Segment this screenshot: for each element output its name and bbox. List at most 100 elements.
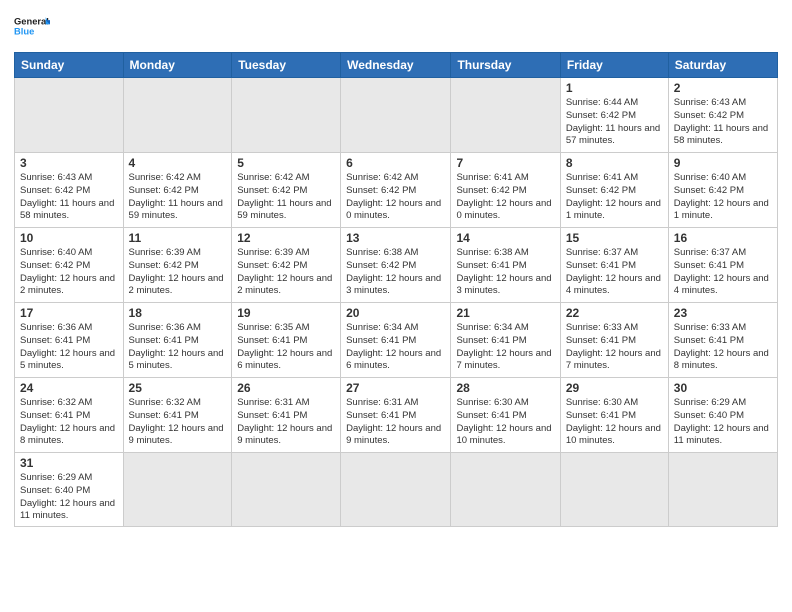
day-number: 7 — [456, 156, 554, 170]
day-info: Sunrise: 6:34 AM Sunset: 6:41 PM Dayligh… — [456, 322, 554, 373]
day-number: 17 — [20, 306, 118, 320]
day-number: 4 — [129, 156, 227, 170]
day-number: 30 — [674, 381, 772, 395]
day-info: Sunrise: 6:40 AM Sunset: 6:42 PM Dayligh… — [674, 172, 772, 223]
day-info: Sunrise: 6:40 AM Sunset: 6:42 PM Dayligh… — [20, 247, 118, 298]
day-number: 28 — [456, 381, 554, 395]
day-info: Sunrise: 6:31 AM Sunset: 6:41 PM Dayligh… — [346, 397, 445, 448]
calendar-day-cell: 7 Sunrise: 6:41 AM Sunset: 6:42 PM Daylig… — [451, 153, 560, 228]
calendar-day-cell — [15, 78, 124, 153]
calendar-day-cell: 26Sunrise: 6:31 AM Sunset: 6:41 PM Dayli… — [232, 378, 341, 453]
calendar-day-cell: 18Sunrise: 6:36 AM Sunset: 6:41 PM Dayli… — [123, 303, 232, 378]
calendar-day-cell: 17 Sunrise: 6:36 AM Sunset: 6:41 PM Dayli… — [15, 303, 124, 378]
calendar-day-cell: 19Sunrise: 6:35 AM Sunset: 6:41 PM Dayli… — [232, 303, 341, 378]
calendar-day-cell: 27 Sunrise: 6:31 AM Sunset: 6:41 PM Dayli… — [341, 378, 451, 453]
calendar-day-cell: 23 Sunrise: 6:33 AM Sunset: 6:41 PM Dayli… — [668, 303, 777, 378]
calendar-day-cell: 4 Sunrise: 6:42 AM Sunset: 6:42 PM Daylig… — [123, 153, 232, 228]
calendar-day-cell: 30Sunrise: 6:29 AM Sunset: 6:40 PM Dayli… — [668, 378, 777, 453]
calendar-week-row: 24 Sunrise: 6:32 AM Sunset: 6:41 PM Dayli… — [15, 378, 778, 453]
calendar-day-cell: 24 Sunrise: 6:32 AM Sunset: 6:41 PM Dayli… — [15, 378, 124, 453]
day-number: 23 — [674, 306, 772, 320]
svg-text:Blue: Blue — [14, 26, 34, 36]
day-info: Sunrise: 6:43 AM Sunset: 6:42 PM Dayligh… — [20, 172, 118, 223]
page-header: General Blue — [14, 10, 778, 46]
day-number: 13 — [346, 231, 445, 245]
day-number: 21 — [456, 306, 554, 320]
day-info: Sunrise: 6:39 AM Sunset: 6:42 PM Dayligh… — [129, 247, 227, 298]
calendar-day-cell — [451, 453, 560, 527]
day-number: 1 — [566, 81, 663, 95]
calendar-day-cell: 22 Sunrise: 6:33 AM Sunset: 6:41 PM Dayli… — [560, 303, 668, 378]
calendar-week-row: 17 Sunrise: 6:36 AM Sunset: 6:41 PM Dayli… — [15, 303, 778, 378]
calendar-day-cell: 21 Sunrise: 6:34 AM Sunset: 6:41 PM Dayli… — [451, 303, 560, 378]
day-info: Sunrise: 6:38 AM Sunset: 6:42 PM Dayligh… — [346, 247, 445, 298]
day-number: 9 — [674, 156, 772, 170]
day-number: 12 — [237, 231, 335, 245]
day-info: Sunrise: 6:33 AM Sunset: 6:41 PM Dayligh… — [674, 322, 772, 373]
calendar-week-row: 1 Sunrise: 6:44 AM Sunset: 6:42 PM Daylig… — [15, 78, 778, 153]
calendar-day-cell: 8 Sunrise: 6:41 AM Sunset: 6:42 PM Daylig… — [560, 153, 668, 228]
day-info: Sunrise: 6:31 AM Sunset: 6:41 PM Dayligh… — [237, 397, 335, 448]
day-info: Sunrise: 6:44 AM Sunset: 6:42 PM Dayligh… — [566, 97, 663, 148]
day-info: Sunrise: 6:43 AM Sunset: 6:42 PM Dayligh… — [674, 97, 772, 148]
calendar-day-cell — [668, 453, 777, 527]
calendar-day-cell: 11 Sunrise: 6:39 AM Sunset: 6:42 PM Dayli… — [123, 228, 232, 303]
day-number: 14 — [456, 231, 554, 245]
calendar-day-cell: 20Sunrise: 6:34 AM Sunset: 6:41 PM Dayli… — [341, 303, 451, 378]
day-info: Sunrise: 6:42 AM Sunset: 6:42 PM Dayligh… — [129, 172, 227, 223]
weekday-header-saturday: Saturday — [668, 53, 777, 78]
day-number: 2 — [674, 81, 772, 95]
calendar-week-row: 31Sunrise: 6:29 AM Sunset: 6:40 PM Dayli… — [15, 453, 778, 527]
day-number: 8 — [566, 156, 663, 170]
day-number: 5 — [237, 156, 335, 170]
day-info: Sunrise: 6:33 AM Sunset: 6:41 PM Dayligh… — [566, 322, 663, 373]
calendar-day-cell: 1 Sunrise: 6:44 AM Sunset: 6:42 PM Daylig… — [560, 78, 668, 153]
calendar-day-cell: 6 Sunrise: 6:42 AM Sunset: 6:42 PM Daylig… — [341, 153, 451, 228]
day-info: Sunrise: 6:35 AM Sunset: 6:41 PM Dayligh… — [237, 322, 335, 373]
day-number: 6 — [346, 156, 445, 170]
day-info: Sunrise: 6:42 AM Sunset: 6:42 PM Dayligh… — [237, 172, 335, 223]
day-info: Sunrise: 6:32 AM Sunset: 6:41 PM Dayligh… — [20, 397, 118, 448]
day-number: 24 — [20, 381, 118, 395]
calendar-day-cell — [341, 78, 451, 153]
calendar-day-cell: 29 Sunrise: 6:30 AM Sunset: 6:41 PM Dayli… — [560, 378, 668, 453]
day-number: 3 — [20, 156, 118, 170]
calendar-day-cell: 16 Sunrise: 6:37 AM Sunset: 6:41 PM Dayli… — [668, 228, 777, 303]
day-info: Sunrise: 6:39 AM Sunset: 6:42 PM Dayligh… — [237, 247, 335, 298]
day-number: 15 — [566, 231, 663, 245]
calendar-day-cell — [341, 453, 451, 527]
calendar-day-cell: 14Sunrise: 6:38 AM Sunset: 6:41 PM Dayli… — [451, 228, 560, 303]
calendar-week-row: 3 Sunrise: 6:43 AM Sunset: 6:42 PM Daylig… — [15, 153, 778, 228]
day-info: Sunrise: 6:36 AM Sunset: 6:41 PM Dayligh… — [129, 322, 227, 373]
day-info: Sunrise: 6:42 AM Sunset: 6:42 PM Dayligh… — [346, 172, 445, 223]
calendar-day-cell: 9 Sunrise: 6:40 AM Sunset: 6:42 PM Daylig… — [668, 153, 777, 228]
calendar-table: SundayMondayTuesdayWednesdayThursdayFrid… — [14, 52, 778, 527]
day-info: Sunrise: 6:41 AM Sunset: 6:42 PM Dayligh… — [456, 172, 554, 223]
day-number: 27 — [346, 381, 445, 395]
calendar-day-cell: 31Sunrise: 6:29 AM Sunset: 6:40 PM Dayli… — [15, 453, 124, 527]
day-info: Sunrise: 6:37 AM Sunset: 6:41 PM Dayligh… — [566, 247, 663, 298]
day-number: 29 — [566, 381, 663, 395]
weekday-header-thursday: Thursday — [451, 53, 560, 78]
day-number: 31 — [20, 456, 118, 470]
calendar-day-cell: 13 Sunrise: 6:38 AM Sunset: 6:42 PM Dayli… — [341, 228, 451, 303]
calendar-day-cell: 5 Sunrise: 6:42 AM Sunset: 6:42 PM Daylig… — [232, 153, 341, 228]
calendar-day-cell: 25Sunrise: 6:32 AM Sunset: 6:41 PM Dayli… — [123, 378, 232, 453]
calendar-day-cell — [560, 453, 668, 527]
day-number: 11 — [129, 231, 227, 245]
calendar-day-cell: 28 Sunrise: 6:30 AM Sunset: 6:41 PM Dayli… — [451, 378, 560, 453]
calendar-day-cell — [232, 78, 341, 153]
day-info: Sunrise: 6:37 AM Sunset: 6:41 PM Dayligh… — [674, 247, 772, 298]
day-number: 22 — [566, 306, 663, 320]
calendar-day-cell: 15 Sunrise: 6:37 AM Sunset: 6:41 PM Dayli… — [560, 228, 668, 303]
day-number: 16 — [674, 231, 772, 245]
weekday-header-wednesday: Wednesday — [341, 53, 451, 78]
calendar-day-cell: 2 Sunrise: 6:43 AM Sunset: 6:42 PM Daylig… — [668, 78, 777, 153]
day-info: Sunrise: 6:41 AM Sunset: 6:42 PM Dayligh… — [566, 172, 663, 223]
day-info: Sunrise: 6:30 AM Sunset: 6:41 PM Dayligh… — [456, 397, 554, 448]
logo: General Blue — [14, 10, 50, 46]
day-info: Sunrise: 6:30 AM Sunset: 6:41 PM Dayligh… — [566, 397, 663, 448]
calendar-day-cell — [123, 78, 232, 153]
day-info: Sunrise: 6:36 AM Sunset: 6:41 PM Dayligh… — [20, 322, 118, 373]
day-info: Sunrise: 6:34 AM Sunset: 6:41 PM Dayligh… — [346, 322, 445, 373]
